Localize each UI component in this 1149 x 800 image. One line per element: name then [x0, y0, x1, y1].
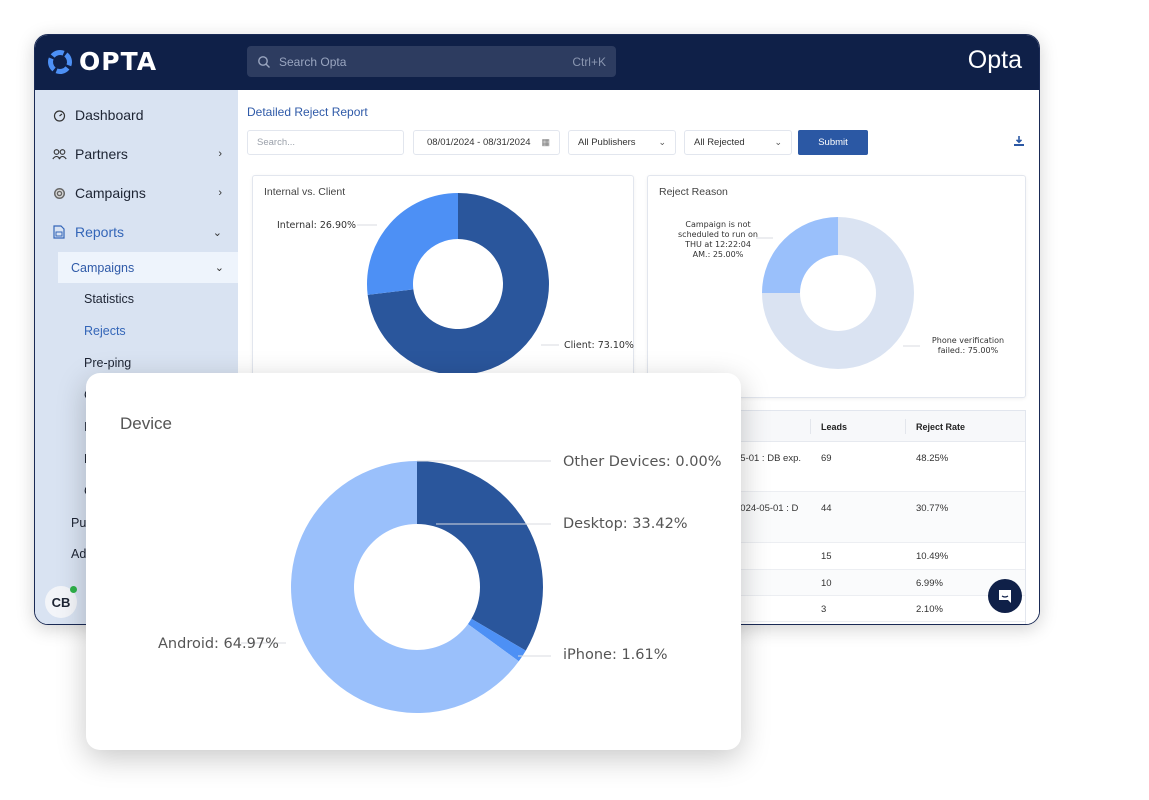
- logo[interactable]: OPTA: [47, 47, 157, 76]
- sidebar-leaf-statistics[interactable]: Statistics: [84, 292, 134, 306]
- chat-support-button[interactable]: [988, 579, 1022, 613]
- dashboard-gauge-icon: [51, 107, 67, 123]
- reject-reason-chart: [756, 217, 920, 369]
- cell-rate: 48.25%: [916, 453, 949, 464]
- data-label-desktop: Desktop: 33.42%: [563, 516, 688, 532]
- sidebar-item-reports[interactable]: Reports ⌄: [35, 217, 238, 247]
- sidebar-item-label: Reports: [75, 224, 125, 240]
- device-chart: [241, 460, 551, 713]
- top-bar: OPTA Search Opta Ctrl+K Opta: [35, 35, 1039, 90]
- chevron-down-icon: ⌄: [658, 137, 666, 147]
- chevron-down-icon: ⌄: [214, 262, 224, 274]
- cell-rate: 10.49%: [916, 551, 949, 562]
- slice-desktop[interactable]: [417, 461, 543, 651]
- label-line: scheduled to run on: [678, 230, 758, 239]
- table-header: Leads Reject Rate: [735, 411, 1025, 442]
- date-range-picker[interactable]: 08/01/2024 - 08/31/2024 ▦: [413, 130, 560, 155]
- table-row[interactable]: 15 10.49%: [735, 543, 1025, 570]
- label-line: AM.: 25.00%: [692, 250, 744, 259]
- data-label-phone-verification: Phone verification failed.: 75.00%: [923, 336, 1013, 356]
- cell-rate: 2.10%: [916, 604, 943, 615]
- search-placeholder: Search Opta: [279, 54, 347, 69]
- search-shortcut: Ctrl+K: [572, 54, 606, 69]
- label-line: Campaign is not: [685, 220, 751, 229]
- table-row[interactable]: 2024-05-01 : D 44 30.77%: [735, 492, 1025, 543]
- sidebar-item-label: Partners: [75, 146, 128, 162]
- column-header-reject-rate[interactable]: Reject Rate: [916, 422, 965, 432]
- table-row[interactable]: 3 2.10%: [735, 596, 1025, 622]
- slice-campaign-is-not-scheduled-to-run-on-thu-at-12-22-04-am[interactable]: [762, 217, 838, 293]
- chevron-right-icon: ›: [218, 187, 222, 199]
- sidebar-item-dashboard[interactable]: Dashboard: [35, 100, 238, 130]
- user-avatar[interactable]: CB: [45, 586, 77, 618]
- stage: OPTA Search Opta Ctrl+K Opta Dashboard P…: [0, 0, 1149, 800]
- sidebar-subitem-label: Campaigns: [71, 260, 135, 275]
- data-label-android: Android: 64.97%: [158, 636, 279, 652]
- cell-leads: 69: [821, 453, 832, 464]
- internal-vs-client-chart: [357, 193, 559, 375]
- cell-rate: 30.77%: [916, 503, 949, 514]
- data-label-campaign-not-scheduled: Campaign is not scheduled to run on THU …: [666, 220, 770, 260]
- rejected-select[interactable]: All Rejected ⌄: [684, 130, 792, 155]
- cell-reason: 05-01 : DB exp.: [735, 453, 802, 464]
- brand-name: Opta: [967, 46, 1022, 74]
- sidebar-item-partners[interactable]: Partners ›: [35, 139, 238, 169]
- submit-button[interactable]: Submit: [798, 130, 868, 155]
- sidebar-item-label: Campaigns: [75, 185, 146, 201]
- sidebar-item-partial[interactable]: Ad: [71, 547, 86, 561]
- chevron-down-icon: ⌄: [212, 226, 222, 239]
- logo-text: OPTA: [79, 47, 158, 76]
- reject-table: Leads Reject Rate 05-01 : DB exp. 69 48.…: [734, 410, 1026, 624]
- column-divider: [810, 419, 811, 434]
- sidebar-item-campaigns[interactable]: Campaigns ›: [35, 178, 238, 208]
- column-divider: [905, 419, 906, 434]
- data-label-client: Client: 73.10%: [564, 340, 634, 351]
- sidebar-leaf-pre-ping[interactable]: Pre-ping: [84, 356, 131, 370]
- opta-logo-icon: [48, 49, 72, 74]
- table-row[interactable]: 10 6.99%: [735, 570, 1025, 596]
- publishers-value: All Publishers: [578, 137, 636, 148]
- sidebar-item-partial[interactable]: Pu: [71, 516, 86, 530]
- label-line: Phone verification: [931, 336, 1005, 345]
- chevron-down-icon: ⌄: [774, 137, 782, 147]
- device-chart-card: Device Other Devices: 0.00% Desktop: 33.…: [86, 373, 741, 750]
- target-icon: [51, 185, 67, 201]
- cell-leads: 10: [821, 578, 832, 589]
- label-line: THU at 12:22:04: [685, 240, 751, 249]
- slice-internal[interactable]: [367, 193, 458, 295]
- internal-vs-client-card: Internal vs. Client Internal: 26.90% Cli…: [252, 175, 634, 385]
- cell-leads: 15: [821, 551, 832, 562]
- cell-rate: 6.99%: [916, 578, 943, 589]
- report-document-icon: [51, 224, 67, 240]
- report-search-input[interactable]: Search...: [247, 130, 404, 155]
- search-icon: [258, 55, 270, 68]
- publishers-select[interactable]: All Publishers ⌄: [568, 130, 676, 155]
- reject-reason-card: Reject Reason Campaign is not scheduled …: [647, 175, 1026, 398]
- data-label-iphone: iPhone: 1.61%: [563, 647, 668, 663]
- label-line: failed.: 75.00%: [937, 346, 999, 355]
- users-icon: [51, 146, 67, 162]
- cell-leads: 3: [821, 604, 827, 615]
- avatar-initials: CB: [51, 594, 71, 610]
- sidebar-leaf-rejects[interactable]: Rejects: [84, 324, 126, 338]
- rejected-value: All Rejected: [694, 137, 745, 148]
- cell-reason: 2024-05-01 : D: [735, 503, 799, 514]
- data-label-internal: Internal: 26.90%: [277, 220, 357, 231]
- download-icon[interactable]: [1013, 135, 1025, 147]
- data-label-other-devices: Other Devices: 0.00%: [563, 454, 722, 470]
- sidebar-subitem-campaigns[interactable]: Campaigns ⌄: [58, 252, 238, 283]
- chevron-right-icon: ›: [218, 148, 222, 160]
- global-search-input[interactable]: Search Opta Ctrl+K: [247, 46, 616, 77]
- date-range-value: 08/01/2024 - 08/31/2024: [427, 137, 531, 148]
- sidebar-item-label: Dashboard: [75, 107, 144, 123]
- table-row[interactable]: 05-01 : DB exp. 69 48.25%: [735, 442, 1025, 492]
- cell-leads: 44: [821, 503, 832, 514]
- chat-bubble-icon: [999, 590, 1011, 603]
- column-header-leads[interactable]: Leads: [821, 422, 847, 432]
- calendar-icon: ▦: [541, 137, 550, 147]
- online-status-dot: [70, 586, 77, 593]
- page-title: Detailed Reject Report: [247, 105, 368, 119]
